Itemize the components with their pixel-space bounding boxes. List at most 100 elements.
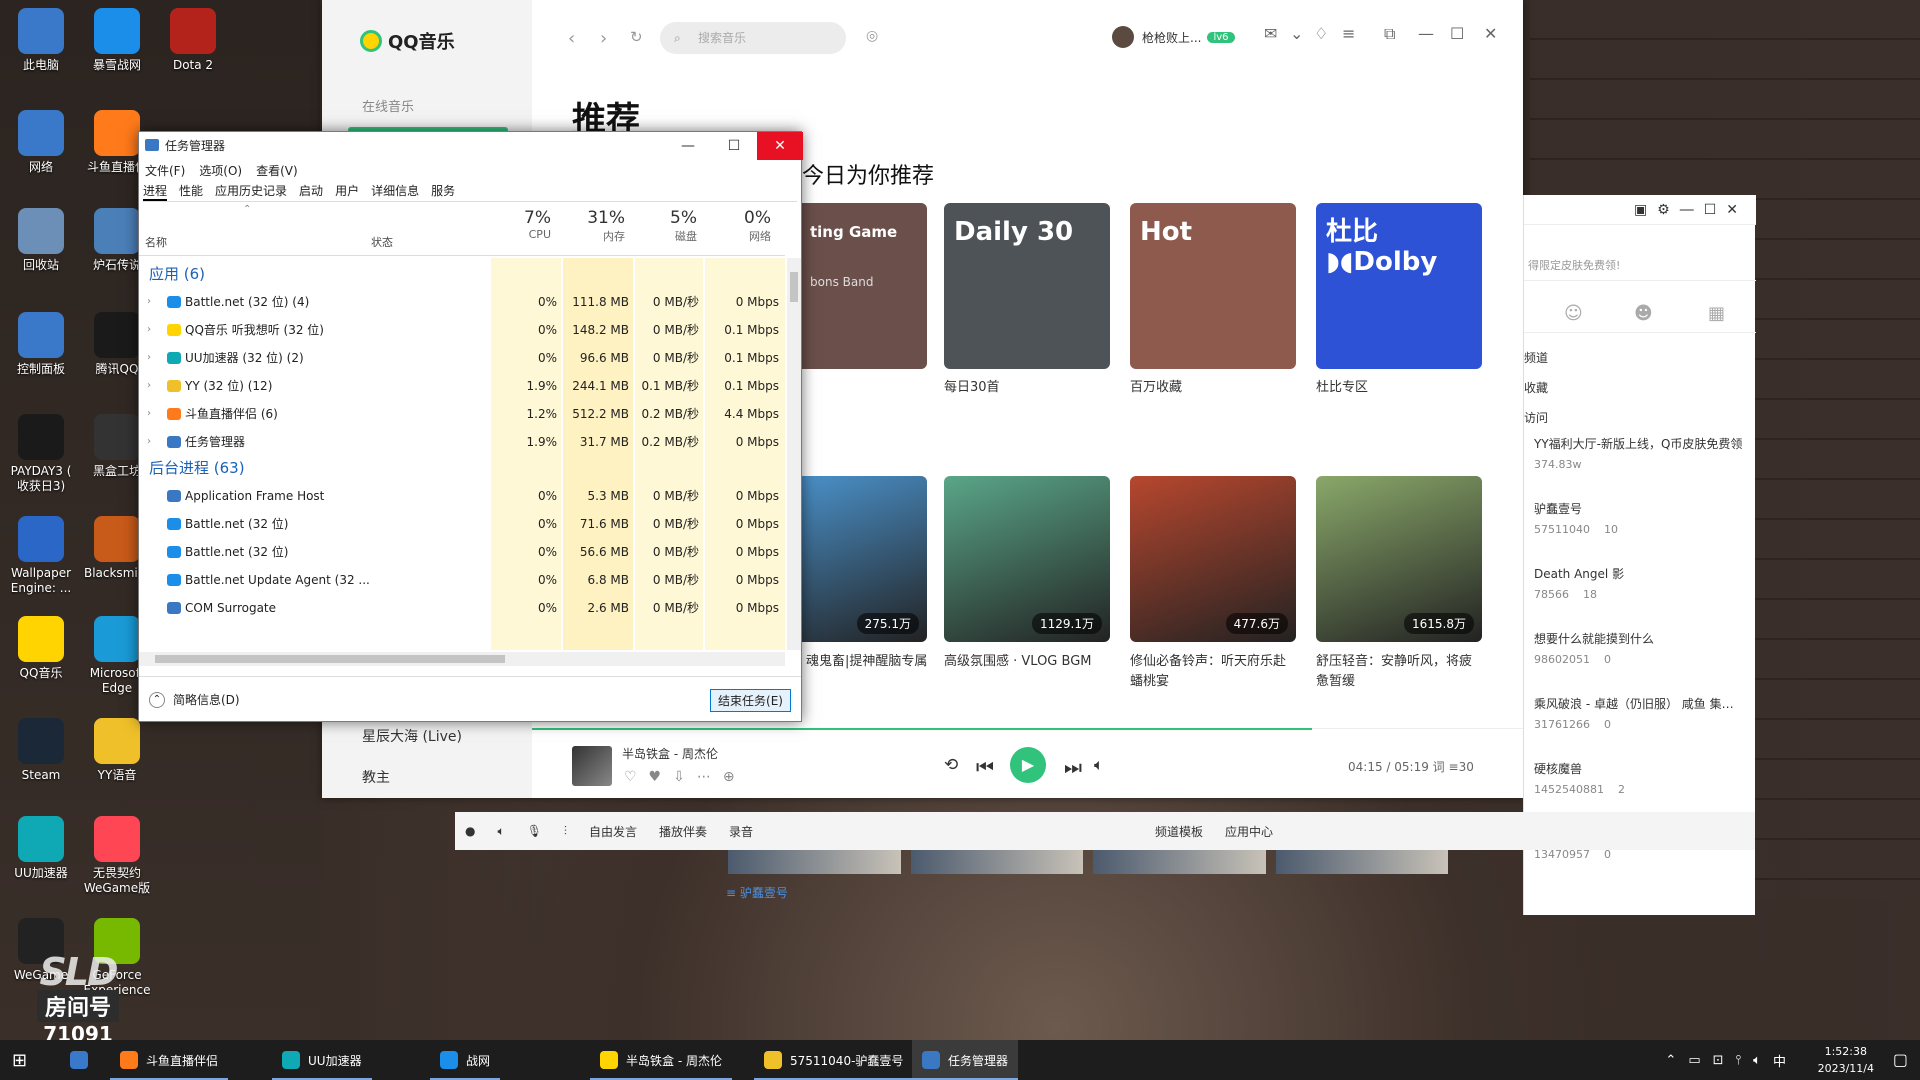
- ime-indicator[interactable]: 中: [1773, 1051, 1786, 1070]
- close-icon[interactable]: ✕: [1484, 24, 1497, 43]
- menu-view[interactable]: 查看(V): [256, 162, 298, 179]
- desktop-icon[interactable]: QQ音乐: [4, 616, 78, 681]
- expand-chevron-icon[interactable]: ›: [147, 428, 151, 456]
- column-memory[interactable]: 31% 内存: [557, 208, 625, 244]
- play-accompany[interactable]: 播放伴奏: [659, 823, 707, 840]
- desktop-icon[interactable]: PAYDAY3 ( 收获日3): [4, 414, 78, 494]
- yy-channel-item[interactable]: YY福利大厅-新版上线，Q币皮肤免费领 374.83w: [1534, 435, 1744, 471]
- tab-users[interactable]: 用户: [335, 182, 359, 201]
- taskbar-app[interactable]: 半岛铁盒 - 周杰伦: [590, 1040, 732, 1080]
- back-arrow-icon[interactable]: ‹: [568, 28, 575, 49]
- hscroll-thumb[interactable]: [155, 655, 505, 663]
- app-center[interactable]: 应用中心: [1225, 823, 1273, 840]
- playlist-card[interactable]: 477.6万: [1130, 476, 1296, 642]
- yy-announce-input[interactable]: 得限定皮肤免费领!: [1524, 251, 1756, 281]
- process-row[interactable]: › Battle.net (32 位) (4) 0% 111.8 MB 0 MB/秒 0 …: [139, 288, 785, 316]
- desktop-icon[interactable]: Dota 2: [156, 8, 230, 73]
- card-title[interactable]: 舒压轻音：安静听风，将疲惫暂缓: [1316, 652, 1484, 692]
- tray-device-icon[interactable]: ▭: [1688, 1053, 1700, 1068]
- voice-search-icon[interactable]: ◎: [866, 28, 878, 44]
- column-status[interactable]: 状态: [371, 234, 393, 250]
- thumbnail[interactable]: [728, 850, 901, 874]
- vertical-scrollbar[interactable]: [787, 258, 801, 650]
- end-task-button[interactable]: 结束任务(E): [710, 689, 791, 712]
- horizontal-scrollbar[interactable]: [139, 652, 785, 666]
- process-row[interactable]: Battle.net (32 位) 0% 71.6 MB 0 MB/秒 0 Mbps: [139, 510, 785, 538]
- tab-performance[interactable]: 性能: [179, 182, 203, 201]
- skin-icon[interactable]: ♢: [1314, 24, 1328, 43]
- windows-start-icon[interactable]: ⊞: [12, 1050, 27, 1071]
- yy-footer-channel[interactable]: ≡ 驴蠢壹号: [726, 884, 788, 901]
- taskbar-app[interactable]: 57511040-驴蠢壹号: [754, 1040, 914, 1080]
- yy-channel-item[interactable]: 硬核魔兽 1452540881 2: [1534, 760, 1744, 796]
- playlist-card[interactable]: Hot: [1130, 203, 1296, 369]
- process-row[interactable]: Application Frame Host 0% 5.3 MB 0 MB/秒 0 Mb…: [139, 482, 785, 510]
- user-icon[interactable]: ☺: [1564, 303, 1583, 324]
- free-speak[interactable]: 自由发言: [589, 823, 637, 840]
- menu-file[interactable]: 文件(F): [145, 162, 185, 179]
- card-title[interactable]: 魂鬼畜|提神醒脑专属: [806, 652, 936, 672]
- expand-chevron-icon[interactable]: ›: [147, 316, 151, 344]
- song-action-icons[interactable]: ♡♥⇩⋯⊕: [624, 769, 747, 785]
- sidebar-playlist[interactable]: 星辰大海 (Live): [362, 726, 462, 746]
- column-disk[interactable]: 5% 磁盘: [631, 208, 697, 244]
- mic-icon[interactable]: 🎙︎: [527, 824, 542, 838]
- card-title[interactable]: 修仙必备铃声：听天府乐赴蟠桃宴: [1130, 652, 1298, 692]
- song-artist[interactable]: 周杰伦: [682, 747, 718, 761]
- queue-count[interactable]: 30: [1459, 760, 1474, 774]
- apps-icon[interactable]: ▦: [1708, 303, 1725, 324]
- yy-channel-item[interactable]: Death Angel 影 78566 18: [1534, 565, 1744, 601]
- process-row[interactable]: › UU加速器 (32 位) (2) 0% 96.6 MB 0 MB/秒 0.1 Mbps: [139, 344, 785, 372]
- volume-icon[interactable]: 🔈︎: [1094, 755, 1104, 775]
- yy-avatar[interactable]: ●: [465, 824, 475, 838]
- network-icon[interactable]: ⊡: [1713, 1053, 1724, 1068]
- next-icon[interactable]: ⏭: [1064, 755, 1082, 779]
- process-row[interactable]: Battle.net (32 位) 0% 56.6 MB 0 MB/秒 0 Mbps: [139, 538, 785, 566]
- desktop-icon[interactable]: 控制面板: [4, 312, 78, 377]
- desktop-icon[interactable]: 暴雪战网: [80, 8, 154, 73]
- mail-icon[interactable]: ✉: [1264, 24, 1277, 43]
- search-input[interactable]: ⌕ 搜索音乐: [660, 22, 846, 54]
- taskbar-store[interactable]: [60, 1040, 98, 1080]
- desktop-icon[interactable]: YY语音: [80, 718, 154, 783]
- expand-chevron-icon[interactable]: ›: [147, 372, 151, 400]
- card-title[interactable]: 杜比专区: [1316, 378, 1484, 398]
- card-title[interactable]: 高级氛围感 · VLOG BGM: [944, 652, 1112, 672]
- taskbar-app[interactable]: 任务管理器: [912, 1040, 1019, 1080]
- process-row[interactable]: › 任务管理器 1.9% 31.7 MB 0.2 MB/秒 0 Mbps: [139, 428, 785, 456]
- tab-services[interactable]: 服务: [431, 182, 455, 201]
- desktop-icon[interactable]: 无畏契约 WeGame版: [80, 816, 154, 896]
- mic-tray-icon[interactable]: ⫯: [1736, 1053, 1742, 1068]
- forward-arrow-icon[interactable]: ›: [600, 28, 607, 49]
- avatar[interactable]: [1112, 26, 1134, 48]
- friends-icon[interactable]: ☻: [1634, 303, 1653, 324]
- yy-channel-item[interactable]: 乘风破浪 - 卓越（仍旧服） 咸鱼 集散坤 31761266 0: [1534, 695, 1744, 731]
- playlist-card[interactable]: ting Game bons Band: [800, 203, 927, 369]
- card-title[interactable]: 每日30首: [944, 378, 1112, 398]
- process-row[interactable]: › YY (32 位) (12) 1.9% 244.1 MB 0.1 MB/秒 0.1 M…: [139, 372, 785, 400]
- footer-channel-name[interactable]: 驴蠢壹号: [740, 886, 788, 900]
- desktop-icon[interactable]: 此电脑: [4, 8, 78, 73]
- volume-tray-icon[interactable]: 🔈︎: [1753, 1053, 1761, 1068]
- desktop-icon[interactable]: UU加速器: [4, 816, 78, 881]
- process-row[interactable]: COM Surrogate 0% 2.6 MB 0 MB/秒 0 Mbps: [139, 594, 785, 622]
- playlist-card[interactable]: 杜比 ◗◖Dolby: [1316, 203, 1482, 369]
- playlist-card[interactable]: 1129.1万: [944, 476, 1110, 642]
- expand-chevron-icon[interactable]: ›: [147, 400, 151, 428]
- vip-badge[interactable]: lv6: [1207, 31, 1235, 43]
- yy-side-label[interactable]: 频道: [1524, 343, 1548, 373]
- loop-icon[interactable]: ⟲: [944, 755, 958, 775]
- channel-template[interactable]: 频道模板: [1155, 823, 1203, 840]
- minimize-icon[interactable]: —: [1418, 24, 1434, 43]
- tab-details[interactable]: 详细信息: [371, 182, 419, 201]
- play-button[interactable]: ▶: [1010, 747, 1046, 783]
- speaker-icon[interactable]: 🔈︎: [497, 824, 504, 839]
- thumbnail[interactable]: [910, 850, 1083, 874]
- playlist-card[interactable]: Daily 30: [944, 203, 1110, 369]
- desktop-icon[interactable]: 回收站: [4, 208, 78, 273]
- user-profile[interactable]: 枪枪败上... lv6: [1112, 26, 1235, 48]
- tab-app-history[interactable]: 应用历史记录: [215, 182, 287, 201]
- refresh-icon[interactable]: ↻: [630, 28, 643, 46]
- minimize-button[interactable]: —: [665, 132, 711, 160]
- previous-icon[interactable]: ⏮: [976, 755, 994, 779]
